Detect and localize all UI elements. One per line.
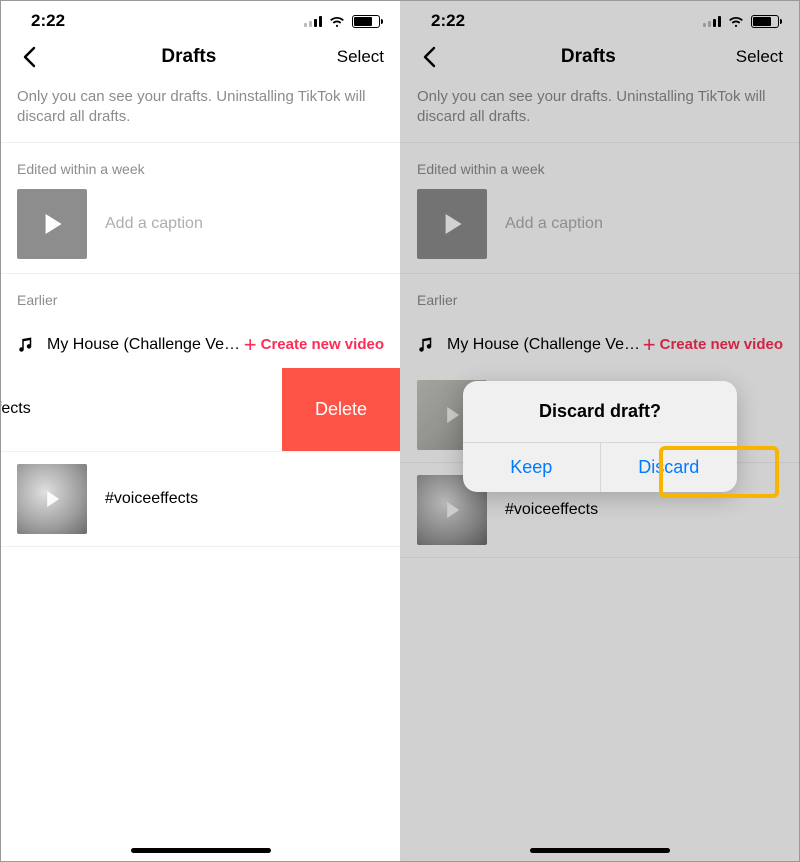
wifi-icon xyxy=(727,14,745,28)
phone-right: 2:22 Drafts Select Only you can see your… xyxy=(400,1,799,861)
status-time: 2:22 xyxy=(31,11,65,31)
discard-button[interactable]: Discard xyxy=(600,443,738,492)
plus-icon: + xyxy=(643,334,656,356)
caption-placeholder[interactable]: Add a caption xyxy=(105,215,203,233)
plus-icon: + xyxy=(244,334,257,356)
play-icon xyxy=(446,214,462,234)
delete-button[interactable]: Delete xyxy=(282,368,400,452)
back-button[interactable] xyxy=(17,45,41,69)
home-indicator[interactable] xyxy=(530,848,670,853)
info-text: Only you can see your drafts. Uninstalli… xyxy=(1,83,400,142)
draft-item[interactable]: #voiceeffects xyxy=(1,452,400,547)
section-earlier-title: Earlier xyxy=(1,274,400,320)
sound-name: My House (Challenge Versi... xyxy=(47,336,244,354)
status-indicators xyxy=(703,14,779,28)
play-icon xyxy=(46,214,62,234)
draft-thumbnail[interactable] xyxy=(17,189,87,259)
page-title: Drafts xyxy=(561,46,616,68)
music-note-icon xyxy=(417,336,435,354)
status-indicators xyxy=(304,14,380,28)
draft-thumbnail[interactable] xyxy=(417,189,487,259)
draft-item[interactable]: Add a caption xyxy=(401,189,799,273)
caption-placeholder[interactable]: Add a caption xyxy=(505,215,603,233)
play-icon xyxy=(447,407,459,423)
back-button[interactable] xyxy=(417,45,441,69)
sound-row[interactable]: My House (Challenge Versi... + Create ne… xyxy=(1,320,400,368)
page-title: Drafts xyxy=(161,46,216,68)
caption-text: #voiceeffects xyxy=(505,501,598,519)
status-time: 2:22 xyxy=(431,11,465,31)
discard-dialog: Discard draft? Keep Discard xyxy=(463,381,737,492)
nav-header: Drafts Select xyxy=(1,37,400,83)
caption-text: #voiceeffects xyxy=(105,490,198,508)
status-bar: 2:22 xyxy=(1,1,400,37)
cellular-signal-icon xyxy=(703,15,721,27)
section-recent-title: Edited within a week xyxy=(401,143,799,189)
nav-header: Drafts Select xyxy=(401,37,799,83)
phone-left: 2:22 Drafts Select Only you can see your… xyxy=(1,1,400,861)
wifi-icon xyxy=(328,14,346,28)
info-text: Only you can see your drafts. Uninstalli… xyxy=(401,83,799,142)
music-note-icon xyxy=(17,336,35,354)
home-indicator[interactable] xyxy=(131,848,271,853)
select-button[interactable]: Select xyxy=(736,47,783,67)
cellular-signal-icon xyxy=(304,15,322,27)
play-icon xyxy=(447,502,459,518)
create-video-button[interactable]: Create new video xyxy=(261,336,384,353)
status-bar: 2:22 xyxy=(401,1,799,37)
keep-button[interactable]: Keep xyxy=(463,443,600,492)
draft-item-swiped[interactable]: eeffects Delete xyxy=(1,368,400,452)
select-button[interactable]: Select xyxy=(337,47,384,67)
sound-row[interactable]: My House (Challenge Versi... + Create ne… xyxy=(401,320,799,368)
section-recent-title: Edited within a week xyxy=(1,143,400,189)
dialog-title: Discard draft? xyxy=(463,381,737,442)
create-video-button[interactable]: Create new video xyxy=(660,336,783,353)
caption-text: eeffects xyxy=(1,400,31,418)
sound-name: My House (Challenge Versi... xyxy=(447,336,643,354)
section-earlier-title: Earlier xyxy=(401,274,799,320)
play-icon xyxy=(47,491,59,507)
draft-item[interactable]: Add a caption xyxy=(1,189,400,273)
battery-icon xyxy=(352,15,380,28)
battery-icon xyxy=(751,15,779,28)
draft-thumbnail[interactable] xyxy=(17,464,87,534)
